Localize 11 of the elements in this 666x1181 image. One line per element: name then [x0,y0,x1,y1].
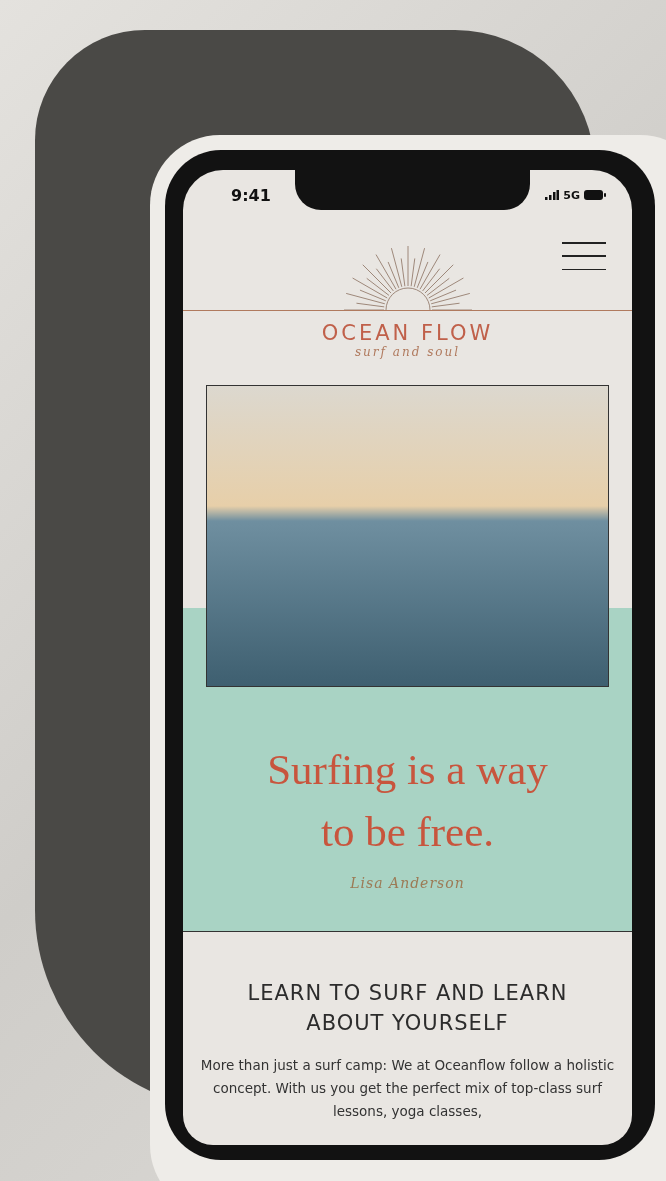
menu-button[interactable] [562,242,606,270]
brand-name: OCEAN FLOW [321,321,494,345]
hero-quote: Surfing is a way to be free. [266,745,549,857]
brand-tagline: surf and soul [354,345,461,359]
network-label: 5G [563,188,580,202]
signal-icon [545,190,560,200]
quote-signature: Lisa Anderson [350,875,465,891]
battery-icon [584,190,606,200]
section-heading: LEARN TO SURF AND LEARN ABOUT YOURSELF [246,980,569,1037]
intro-paragraph: More than just a surf camp: We at Oceanflow follow a holistic concept. With us you get the perfect mix of top-class surf lessons, yoga classes, [199,1056,616,1121]
status-time: 9:41 [231,185,271,205]
